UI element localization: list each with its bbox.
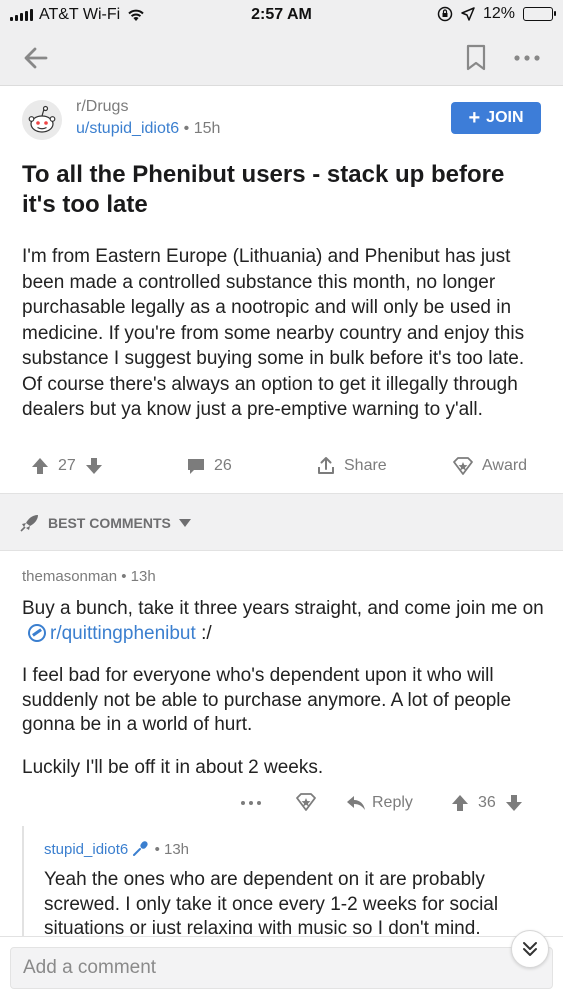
bookmark-icon[interactable]	[465, 44, 487, 72]
comment-vote-control: 36	[450, 790, 524, 816]
reply-text: Yeah the ones who are dependent on it ar…	[44, 869, 499, 934]
vote-control: 27	[30, 452, 104, 480]
reply-author[interactable]: stupid_idiot6	[44, 841, 128, 858]
op-microphone-icon	[133, 841, 149, 856]
location-icon	[461, 7, 475, 21]
more-horizontal-icon[interactable]	[240, 799, 262, 807]
downvote-icon[interactable]	[504, 793, 524, 813]
post-comment-count: 26	[214, 457, 232, 474]
subreddit-link-icon	[28, 623, 46, 642]
award-label: Award	[482, 457, 528, 474]
sort-dropdown[interactable]: BEST COMMENTS	[20, 514, 191, 532]
reply-label: Reply	[372, 794, 413, 811]
award-button[interactable]: Award	[452, 452, 527, 480]
orientation-lock-icon	[437, 6, 453, 22]
join-label: JOIN	[486, 109, 524, 126]
comment-meta: themasonman • 13h	[22, 568, 156, 585]
battery-icon	[523, 7, 556, 21]
comment-paragraph: I feel bad for everyone who's dependent …	[22, 665, 512, 735]
comments-button[interactable]: 26	[186, 452, 232, 480]
add-comment-input[interactable]: Add a comment	[10, 947, 553, 989]
meta-separator: •	[154, 841, 164, 858]
comment-text-before-link: Buy a bunch, take it three years straigh…	[22, 598, 544, 619]
arrow-left-icon[interactable]	[20, 42, 52, 74]
join-button[interactable]: + JOIN	[451, 102, 541, 134]
meta-separator: •	[121, 568, 131, 585]
meta-separator: •	[183, 120, 194, 137]
post-author[interactable]: u/stupid_idiot6	[76, 120, 179, 137]
comment-author[interactable]: themasonman	[22, 568, 117, 585]
comment-composer: Add a comment	[0, 936, 563, 1000]
subreddit-link[interactable]: r/quittingphenibut	[50, 623, 196, 644]
upvote-icon[interactable]	[30, 456, 50, 476]
post-title: To all the Phenibut users - stack up bef…	[22, 161, 505, 218]
downvote-icon[interactable]	[84, 456, 104, 476]
reply-age: 13h	[164, 841, 190, 858]
status-right: 12%	[437, 5, 556, 23]
subreddit-avatar[interactable]	[22, 100, 62, 140]
reply-button[interactable]: Reply	[346, 790, 413, 816]
post-actions: 27 26 Share Award	[0, 452, 563, 480]
comment-actions: Reply 36	[0, 790, 563, 816]
post-author-line: u/stupid_idiot6 • 15h	[76, 120, 220, 138]
sort-label: BEST COMMENTS	[48, 515, 171, 531]
comment-icon	[188, 459, 204, 474]
thread-line	[22, 826, 24, 936]
jump-next-comment-button[interactable]	[511, 930, 549, 968]
comment-paragraph: Luckily I'll be off it in about 2 weeks.	[22, 757, 324, 778]
post-age: 15h	[193, 120, 221, 137]
post-header: r/Drugs u/stupid_idiot6 • 15h + JOIN	[0, 86, 563, 148]
comment-paragraph: Buy a bunch, take it three years straigh…	[22, 597, 547, 646]
subreddit-name[interactable]: r/Drugs	[76, 98, 128, 116]
plus-icon: +	[468, 107, 481, 129]
award-icon[interactable]	[295, 792, 317, 812]
share-icon	[318, 457, 334, 474]
post-vote-count: 27	[58, 457, 76, 474]
snoo-icon	[22, 100, 62, 140]
award-icon	[453, 457, 473, 475]
upvote-icon[interactable]	[450, 793, 470, 813]
post-body: I'm from Eastern Europe (Lithuania) and …	[22, 246, 525, 420]
share-label: Share	[344, 457, 387, 474]
nav-bar	[0, 30, 563, 86]
reply-icon	[347, 796, 365, 810]
chevron-double-down-icon	[523, 942, 537, 956]
reply-meta: stupid_idiot6 • 13h	[44, 840, 189, 858]
comment-text-after-link: :/	[201, 622, 212, 644]
status-bar: AT&T Wi-Fi 2:57 AM 12%	[0, 0, 563, 30]
comment-age: 13h	[130, 568, 156, 585]
comment-vote-count: 36	[478, 794, 496, 811]
share-button[interactable]: Share	[316, 452, 387, 480]
rocket-icon	[20, 515, 38, 532]
more-horizontal-icon[interactable]	[511, 44, 543, 72]
battery-percent: 12%	[482, 5, 515, 22]
caret-down-icon	[178, 519, 191, 527]
sort-bar: BEST COMMENTS	[0, 493, 563, 551]
